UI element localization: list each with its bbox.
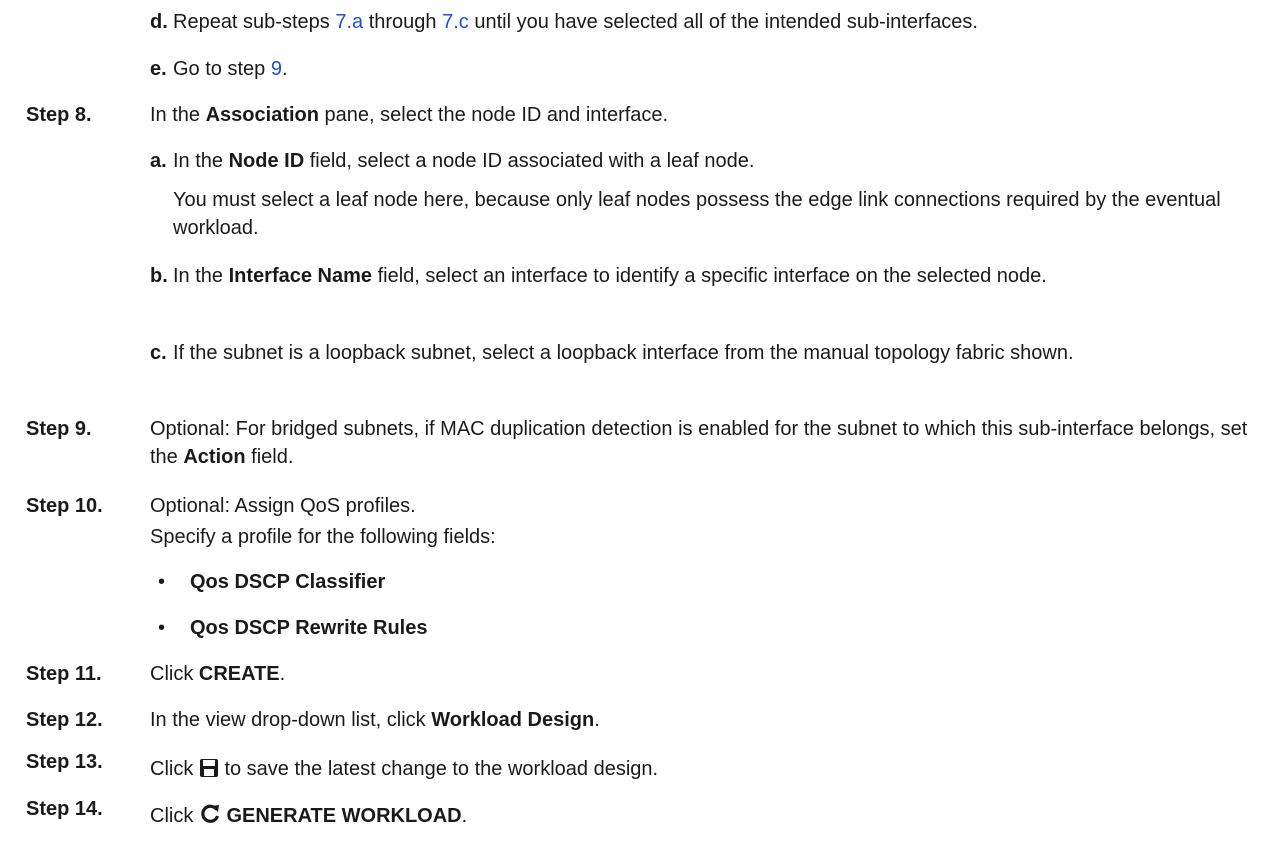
step-9-text: Optional: For bridged subnets, if MAC du… [150, 418, 1248, 468]
substep-8a-note: You must select a leaf node here, becaus… [173, 189, 1221, 239]
step-14-text: Click GENERATE WORKLOAD. [150, 802, 1260, 833]
refresh-icon [199, 803, 221, 833]
substep-8b-text: In the Interface Name field, select an i… [173, 265, 1047, 287]
step-label-12: Step 12. [26, 709, 103, 731]
step-8-text: In the Association pane, select the node… [150, 104, 669, 126]
step-10-subtext: Specify a profile for the following fiel… [150, 526, 496, 548]
substep-label: a. [150, 150, 167, 172]
step-label-14: Step 14. [26, 798, 103, 820]
step-label-9: Step 9. [26, 418, 92, 440]
document-page: d. Repeat sub-steps 7.a through 7.c unti… [0, 0, 1285, 844]
step-label-11: Step 11. [26, 663, 102, 685]
xref-link-7a[interactable]: 7.a [335, 11, 363, 33]
substep-label: d. [150, 11, 168, 33]
substep-8a-text: In the Node ID field, select a node ID a… [173, 150, 755, 172]
step-11-text: Click CREATE. [150, 663, 286, 685]
list-item: Qos DSCP Classifier [190, 571, 386, 593]
step-label-8: Step 8. [26, 104, 92, 126]
step-label-10: Step 10. [26, 495, 103, 517]
step-13-text: Click to save the latest change to the w… [150, 755, 1260, 786]
substep-label: b. [150, 265, 168, 287]
substep-7d-text: Repeat sub-steps 7.a through 7.c until y… [173, 11, 978, 33]
list-item: Qos DSCP Rewrite Rules [190, 617, 428, 639]
xref-link-7c[interactable]: 7.c [442, 11, 469, 33]
step-label-13: Step 13. [26, 751, 103, 773]
substep-7e-text: Go to step 9. [173, 58, 288, 80]
step-10-text: Optional: Assign QoS profiles. [150, 495, 416, 517]
save-icon [199, 758, 219, 786]
xref-link-step-9[interactable]: 9 [271, 58, 282, 80]
bullet-marker: • [158, 571, 166, 593]
substep-label: c. [150, 342, 167, 364]
step-12-text: In the view drop-down list, click Worklo… [150, 709, 600, 731]
substep-8c-text: If the subnet is a loopback subnet, sele… [173, 342, 1074, 364]
bullet-marker: • [158, 617, 166, 639]
substep-label: e. [150, 58, 167, 80]
